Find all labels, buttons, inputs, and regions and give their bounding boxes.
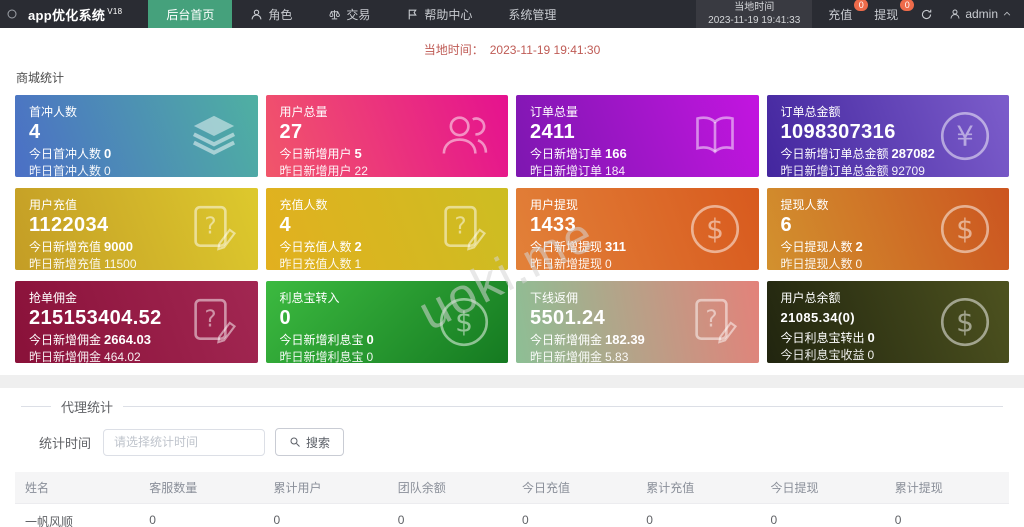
cell-service-count: 0 xyxy=(139,504,263,527)
search-button[interactable]: 搜索 xyxy=(275,428,344,456)
doc-question-icon xyxy=(186,294,242,350)
stat-card-total-order-amount: 订单总金额 1098307316 今日新增订单总金额287082 昨日新增订单总… xyxy=(767,95,1010,177)
dollar-circle-icon xyxy=(937,201,993,257)
table-header-total-withdraw: 累计提现 xyxy=(885,472,1009,503)
person-icon xyxy=(250,8,263,21)
menu-item-trade[interactable]: 交易 xyxy=(310,0,388,28)
stat-card-downline-rebate: 下线返佣 5501.24 今日新增佣金182.39 昨日新增佣金5.83 xyxy=(516,281,759,363)
dollar-circle-icon xyxy=(687,201,743,257)
user-menu[interactable]: admin xyxy=(949,7,1012,21)
stat-time-input[interactable] xyxy=(103,429,265,456)
menu-item-system[interactable]: 系统管理 xyxy=(490,0,574,28)
agent-search-form: 统计时间 搜索 xyxy=(39,428,1009,456)
search-icon xyxy=(289,436,301,448)
recharge-link[interactable]: 充值 0 xyxy=(828,6,858,23)
dollar-circle-icon xyxy=(436,294,492,350)
legend-line xyxy=(123,406,1003,407)
legend-line xyxy=(21,406,51,407)
dollar-circle-icon xyxy=(937,294,993,350)
top-navbar: app优化系统V18 后台首页 角色 交易 帮助中心 系统管理 当地时间 202… xyxy=(0,0,1024,28)
local-time-bar: 当地时间： 2023-11-19 19:41:30 xyxy=(0,28,1024,58)
time-bar-value: 2023-11-19 19:41:30 xyxy=(490,43,601,57)
table-header-total-recharge: 累计充值 xyxy=(636,472,760,503)
table-header-today-recharge: 今日充值 xyxy=(512,472,636,503)
menu-item-help-center[interactable]: 帮助中心 xyxy=(388,0,490,28)
navbar-right: 当地时间 2023-11-19 19:41:33 充值 0 提现 0 admin xyxy=(696,0,1024,28)
menu-item-dashboard[interactable]: 后台首页 xyxy=(148,0,232,28)
stats-panel: 当地时间： 2023-11-19 19:41:30 商城统计 首冲人数 4 今日首… xyxy=(0,28,1024,375)
stat-card-total-users: 用户总量 27 今日新增用户5 昨日新增用户22 xyxy=(266,95,509,177)
username: admin xyxy=(965,7,998,21)
withdraw-badge: 0 xyxy=(900,0,914,11)
table-header-total-users: 累计用户 xyxy=(264,472,388,503)
cell-today-recharge: 0 xyxy=(512,504,636,527)
doc-question-icon xyxy=(186,201,242,257)
users-icon xyxy=(436,108,492,164)
refresh-icon[interactable] xyxy=(920,8,933,21)
table-header-today-withdraw: 今日提现 xyxy=(761,472,885,503)
menu-item-roles[interactable]: 角色 xyxy=(232,0,310,28)
app-logo-text: app优化系统 xyxy=(28,5,105,24)
table-header-service-count: 客服数量 xyxy=(139,472,263,503)
cell-name: 一帆风顺 xyxy=(15,504,139,527)
stat-card-recharge-users: 充值人数 4 今日充值人数2 昨日充值人数1 xyxy=(266,188,509,270)
agent-section-legend: 代理统计 xyxy=(15,397,1009,416)
app-version: V18 xyxy=(107,7,122,16)
table-header-name: 姓名 xyxy=(15,472,139,503)
yen-circle-icon xyxy=(937,108,993,164)
cell-total-recharge: 0 xyxy=(636,504,760,527)
cell-total-users: 0 xyxy=(264,504,388,527)
agent-section-title: 代理统计 xyxy=(51,397,123,416)
table-header-team-balance: 团队余额 xyxy=(388,472,512,503)
cell-team-balance: 0 xyxy=(388,504,512,527)
time-bar-label: 当地时间： xyxy=(424,43,484,57)
navbar-local-time: 当地时间 2023-11-19 19:41:33 xyxy=(696,0,812,28)
book-icon xyxy=(687,108,743,164)
stat-card-user-withdraw: 用户提现 1433 今日新增提现311 昨日新增提现0 xyxy=(516,188,759,270)
local-time-value: 2023-11-19 19:41:33 xyxy=(708,14,800,27)
flag-icon xyxy=(406,8,419,21)
stat-card-user-recharge: 用户充值 1122034 今日新增充值9000 昨日新增充值11500 xyxy=(15,188,258,270)
doc-question-icon xyxy=(687,294,743,350)
stat-card-order-commission: 抢单佣金 215153404.52 今日新增佣金2664.03 昨日新增佣金46… xyxy=(15,281,258,363)
brand-icon xyxy=(0,0,20,28)
cell-today-withdraw: 0 xyxy=(761,504,885,527)
scales-icon xyxy=(328,8,341,21)
chevron-up-icon xyxy=(1002,9,1012,19)
main-menu: 后台首页 角色 交易 帮助中心 系统管理 xyxy=(148,0,574,28)
doc-question-icon xyxy=(436,201,492,257)
section-title-shop-stats: 商城统计 xyxy=(0,58,1024,95)
stat-card-withdraw-users: 提现人数 6 今日提现人数2 昨日提现人数0 xyxy=(767,188,1010,270)
stat-card-total-orders: 订单总量 2411 今日新增订单166 昨日新增订单184 xyxy=(516,95,759,177)
cell-total-withdraw: 0 xyxy=(885,504,1009,527)
stat-card-first-charge-users: 首冲人数 4 今日首冲人数0 昨日首冲人数0 xyxy=(15,95,258,177)
user-icon xyxy=(949,8,961,20)
local-time-label: 当地时间 xyxy=(708,1,800,14)
stat-card-user-total-balance: 用户总余额 21085.34(0) 今日利息宝转出0 今日利息宝收益0 xyxy=(767,281,1010,363)
stat-card-lixibao-in: 利息宝转入 0 今日新增利息宝0 昨日新增利息宝0 xyxy=(266,281,509,363)
agent-panel: 代理统计 统计时间 搜索 姓名 客服数量 累计用户 团队余额 今日充值 累计充值… xyxy=(0,388,1024,527)
recharge-badge: 0 xyxy=(854,0,868,11)
stats-cards: 首冲人数 4 今日首冲人数0 昨日首冲人数0 用户总量 27 今日新增用户5 昨… xyxy=(0,95,1024,363)
layers-icon xyxy=(186,108,242,164)
app-logo: app优化系统V18 xyxy=(20,0,148,28)
agent-table: 姓名 客服数量 累计用户 团队余额 今日充值 累计充值 今日提现 累计提现 一帆… xyxy=(15,472,1009,527)
withdraw-link[interactable]: 提现 0 xyxy=(874,6,904,23)
table-header-row: 姓名 客服数量 累计用户 团队余额 今日充值 累计充值 今日提现 累计提现 xyxy=(15,472,1009,504)
stat-time-label: 统计时间 xyxy=(39,433,91,452)
table-row: 一帆风顺 0 0 0 0 0 0 0 xyxy=(15,504,1009,527)
